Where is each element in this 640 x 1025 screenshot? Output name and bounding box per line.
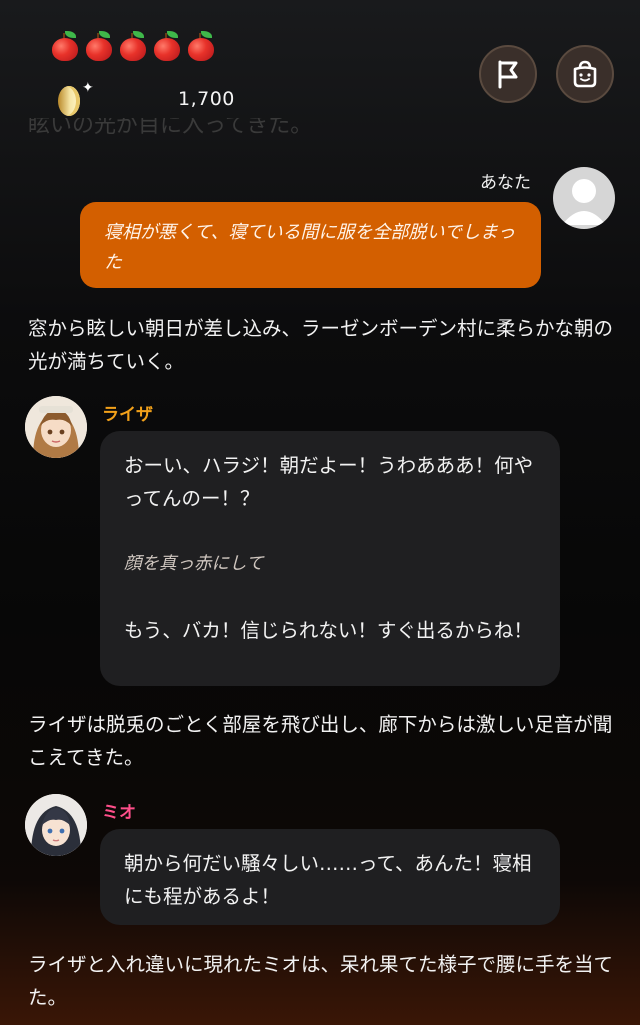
apple-icon [152, 30, 182, 62]
report-flag-button[interactable] [479, 45, 537, 103]
default-person-icon [562, 179, 606, 225]
flag-icon [498, 60, 518, 89]
raiza-portrait [25, 396, 87, 458]
user-name: あなた [480, 173, 531, 193]
raiza-message-bubble: おーい、ハラジ！朝だよー！うわあああ！何やってんのー！？ 顔を真っ赤にして もう… [100, 431, 560, 686]
shopping-bag-icon [573, 60, 597, 88]
raiza-name: ライザ [102, 405, 153, 425]
apple-icon [50, 30, 80, 62]
mio-avatar[interactable] [25, 794, 87, 856]
narration-text: 窓から眩しい朝日が差し込み、ラーゼンボーデン村に柔らかな朝の光が満ちていく。 [28, 317, 614, 373]
narration-text: ライザは脱兎のごとく部屋を飛び出し、廊下からは激しい足音が聞こえてきた。 [28, 713, 613, 769]
apple-lives [50, 30, 216, 62]
apple-icon [186, 30, 216, 62]
user-avatar[interactable] [553, 167, 615, 229]
scrolled-previous-text: 眩いの光が目に入ってきた。 [28, 118, 313, 138]
raiza-action-text: 顔を真っ赤にして [124, 554, 264, 574]
narration-text: ライザと入れ違いに現れたミオは、呆れ果てた様子で腰に手を当てた。 [28, 953, 614, 1009]
chat-screen: ✦ 1,700 眩いの光が目に入ってきた。 あなた 寝相が悪くて、寝ている間に服… [0, 0, 640, 1025]
mio-message-bubble: 朝から何だい騒々しい……って、あんた！寝相にも程があるよ！ [100, 829, 560, 925]
shop-bag-button[interactable] [556, 45, 614, 103]
coin-icon [58, 86, 80, 116]
raiza-avatar[interactable] [25, 396, 87, 458]
raiza-dialogue-1: おーい、ハラジ！朝だよー！うわあああ！何やってんのー！？ [124, 454, 534, 510]
mio-portrait [25, 794, 87, 856]
raiza-dialogue-2: もう、バカ！信じられない！すぐ出るからね！ [124, 619, 533, 642]
sparkle-icon: ✦ [82, 80, 94, 96]
coin-amount: 1,700 [178, 88, 235, 110]
apple-icon [84, 30, 114, 62]
mio-dialogue-1: 朝から何だい騒々しい……って、あんた！寝相にも程があるよ！ [124, 852, 532, 908]
user-message-bubble: 寝相が悪くて、寝ている間に服を全部脱いでしまった [80, 202, 541, 288]
apple-icon [118, 30, 148, 62]
mio-name: ミオ [102, 803, 136, 823]
